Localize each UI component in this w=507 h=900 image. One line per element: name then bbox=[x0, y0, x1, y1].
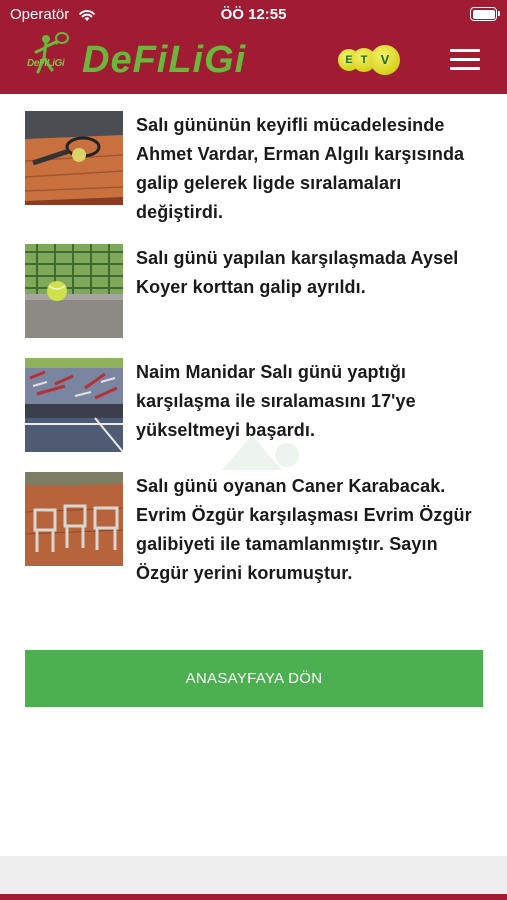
footer-band bbox=[0, 856, 507, 894]
emblem-label: DeFiLiGi bbox=[27, 58, 65, 69]
status-bar: Operatör ÖÖ 12:55 bbox=[0, 0, 507, 30]
tennis-ball-by-fence-image[interactable] bbox=[25, 244, 123, 338]
davis-cup-court-image[interactable] bbox=[25, 358, 123, 452]
clock: ÖÖ 12:55 bbox=[220, 6, 287, 23]
tennis-racket-on-clay-court-image[interactable] bbox=[25, 111, 123, 205]
news-headline[interactable]: Salı günü oyanan Caner Karabacak. Evrim … bbox=[136, 472, 476, 588]
news-headline[interactable]: Salı gününün keyifli mücadelesinde Ahmet… bbox=[136, 111, 476, 227]
chairs-on-clay-court-image[interactable] bbox=[25, 472, 123, 566]
etv-letter-v: V bbox=[370, 45, 400, 75]
news-headline[interactable]: Salı günü yapılan karşılaşmada Aysel Koy… bbox=[136, 244, 476, 302]
news-headline[interactable]: Naim Manidar Salı günü yaptığı karşılaşm… bbox=[136, 358, 476, 445]
hamburger-menu-icon[interactable] bbox=[450, 49, 482, 71]
app-logo[interactable]: DeFiLiGi bbox=[82, 39, 246, 82]
etv-partner-logo: E T V bbox=[338, 45, 402, 75]
tennis-player-emblem-icon[interactable]: DeFiLiGi bbox=[26, 32, 76, 84]
app-header: DeFiLiGi DeFiLiGi E T V bbox=[0, 30, 507, 94]
back-to-home-button[interactable]: ANASAYFAYA DÖN bbox=[25, 650, 483, 707]
footer-bar bbox=[0, 894, 507, 900]
battery-icon bbox=[470, 7, 500, 21]
